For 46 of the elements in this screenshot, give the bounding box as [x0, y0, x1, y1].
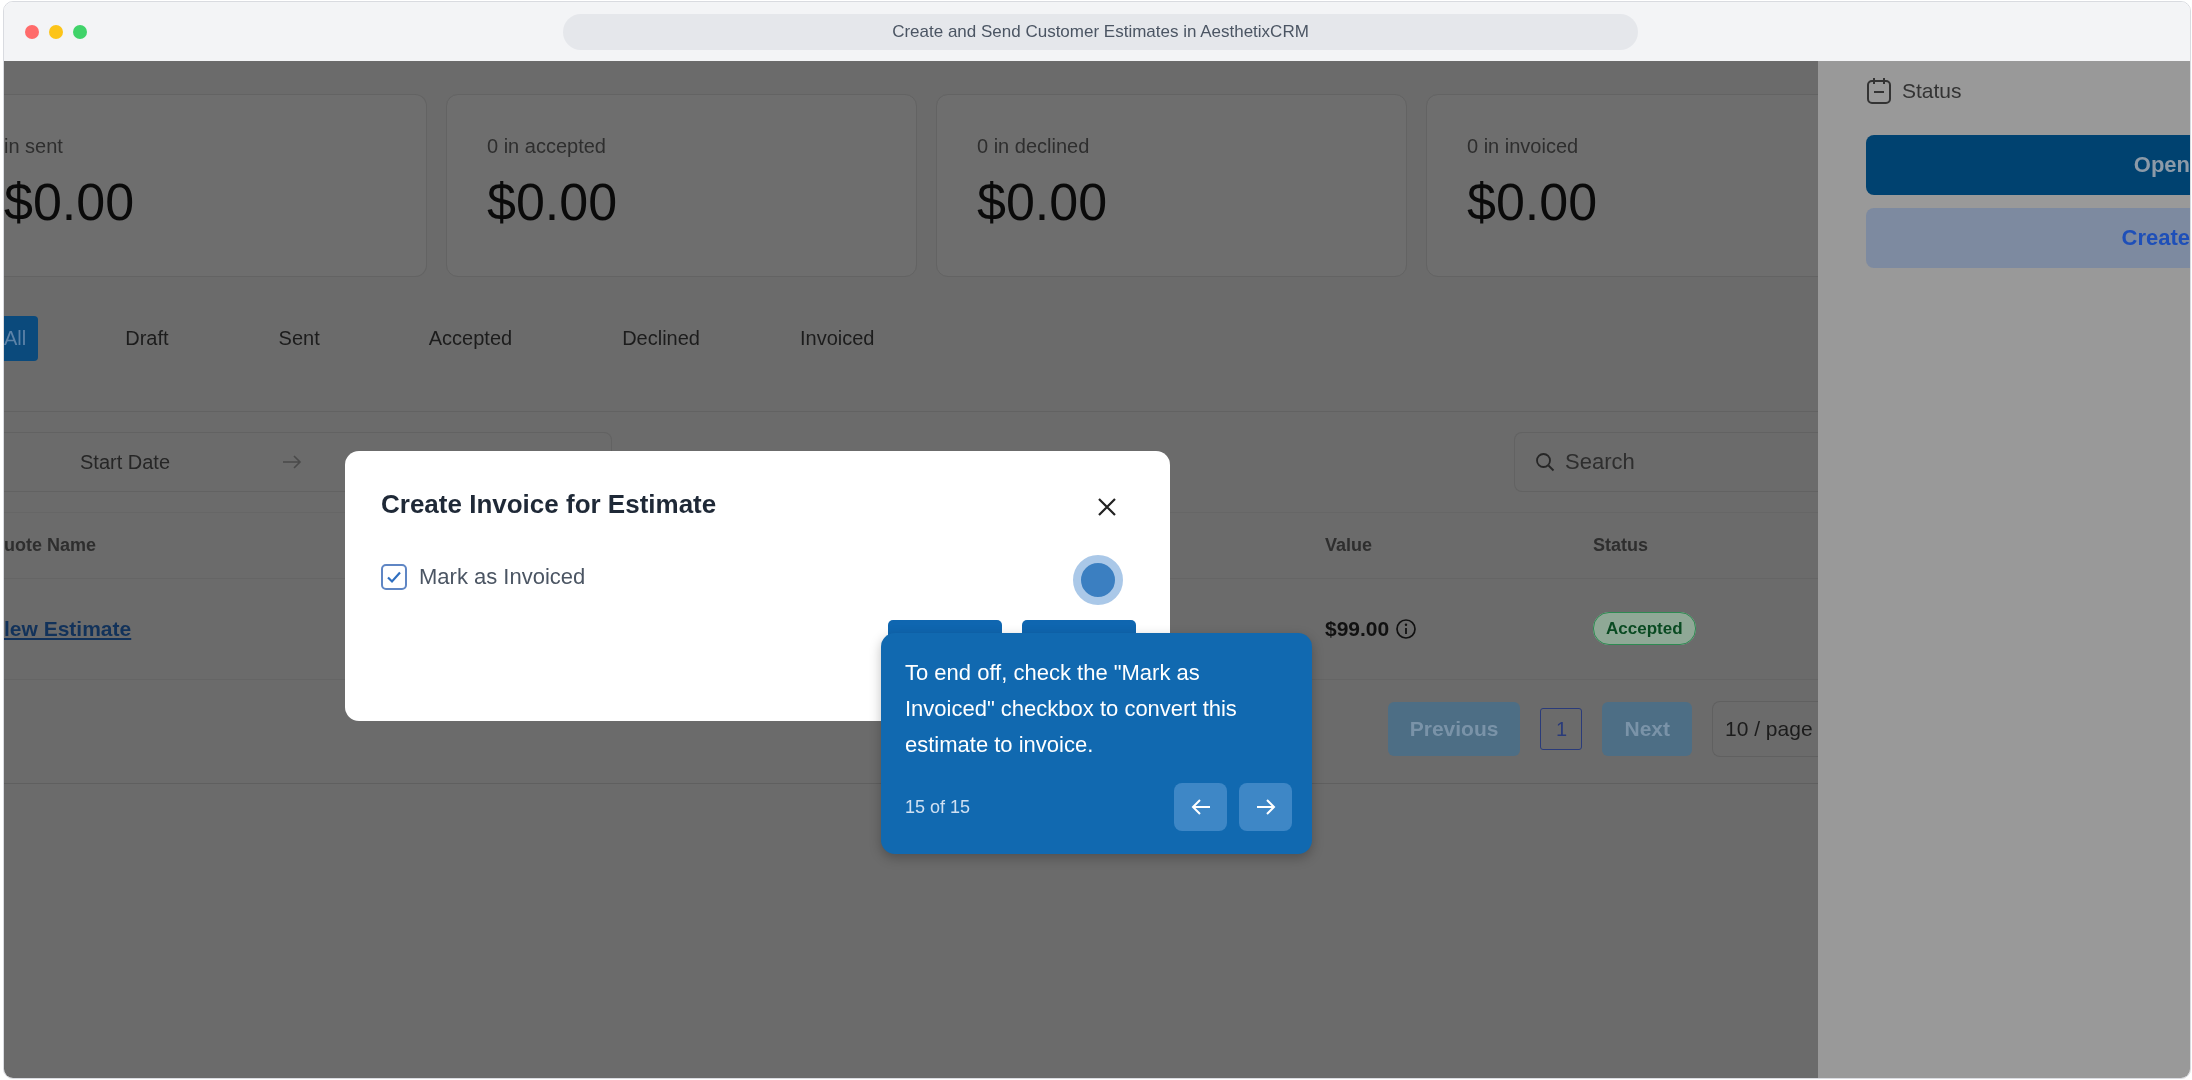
date-range-field[interactable]: Start Date [4, 432, 612, 492]
filter-tab[interactable]: Invoiced [799, 316, 875, 361]
address-bar[interactable]: Create and Send Customer Estimates in AesthetixCRM [563, 13, 1638, 50]
info-icon [1395, 618, 1418, 640]
search-input[interactable]: Search [1563, 448, 1767, 476]
quote-link[interactable]: lew Estimate [4, 617, 132, 640]
page-number[interactable]: 1 [1540, 708, 1583, 750]
calendar-icon [1866, 77, 1892, 105]
primary-button[interactable]: Open [1866, 135, 2190, 195]
status-badge: Accepted [1593, 612, 1696, 645]
card-amount: $0.00 [487, 172, 618, 232]
filter-tab[interactable]: Sent [278, 316, 320, 361]
arrow-right-icon [1255, 798, 1276, 816]
arrow-right-icon [282, 454, 302, 470]
close-window-dot[interactable] [25, 24, 39, 39]
card-label: 0 in accepted [487, 135, 606, 158]
search-field[interactable]: Search [1514, 432, 1818, 492]
panel-heading: Status [1902, 79, 1962, 103]
checkbox[interactable] [381, 564, 407, 590]
column-header: uote Name [4, 535, 98, 556]
column-header: Value [1325, 535, 1374, 556]
tooltip-text: To end off, check the "Mark as Invoiced" checkbox to convert this estimate to invoice. [905, 659, 1238, 759]
card-amount: $0.00 [4, 172, 135, 232]
card-label: 0 in declined [977, 135, 1090, 158]
search-icon [1535, 452, 1555, 472]
column-header: Status [1593, 535, 1649, 556]
minimize-window-dot[interactable] [49, 24, 63, 39]
card-amount: $0.00 [1467, 172, 1598, 232]
arrow-left-icon [1190, 798, 1211, 816]
card-label: 0 in invoiced [1467, 135, 1579, 158]
secondary-button[interactable]: Create [1866, 208, 2190, 268]
card-amount: $0.00 [977, 172, 1108, 232]
filter-tab[interactable]: Declined [622, 316, 700, 361]
close-icon[interactable] [1096, 495, 1118, 518]
filter-tab[interactable]: Draft [125, 316, 169, 361]
card-label: in sent [4, 135, 63, 158]
checkbox-label: Mark as Invoiced [419, 564, 586, 590]
step-counter: 15 of 15 [905, 796, 971, 818]
value-text: $99.00 [1325, 617, 1390, 641]
filter-tab[interactable]: All [4, 316, 39, 361]
next-step-button[interactable] [1239, 783, 1292, 831]
dialog-title: Create Invoice for Estimate [381, 489, 717, 520]
back-button[interactable] [1174, 783, 1227, 831]
filter-tab[interactable]: Accepted [428, 316, 513, 361]
maximize-window-dot[interactable] [73, 24, 87, 39]
start-date-input[interactable]: Start Date [78, 449, 252, 475]
